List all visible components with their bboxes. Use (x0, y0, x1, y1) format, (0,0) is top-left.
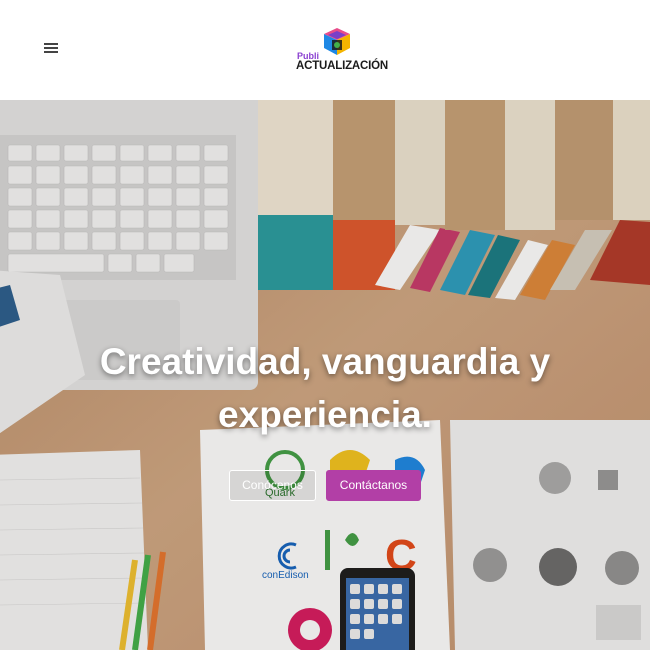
hero-title-line2: experiencia. (218, 394, 432, 435)
hamburger-menu-icon[interactable] (44, 43, 58, 55)
hero-section: Quark conEdison C Creatividad, vanguardi… (0, 100, 650, 650)
logo-main-text: ACTUALIZACIÓN (296, 60, 388, 72)
conocenos-button[interactable]: Conócenos (229, 470, 316, 501)
hero-title-line1: Creatividad, vanguardia y (99, 341, 551, 382)
hero-title: Creatividad, vanguardia y experiencia. (0, 335, 650, 441)
site-header: Publi ACTUALIZACIÓN (0, 0, 650, 100)
contactanos-button[interactable]: Contáctanos (326, 470, 421, 501)
cube-logo-icon (324, 28, 350, 55)
site-logo[interactable]: Publi ACTUALIZACIÓN (296, 24, 396, 74)
